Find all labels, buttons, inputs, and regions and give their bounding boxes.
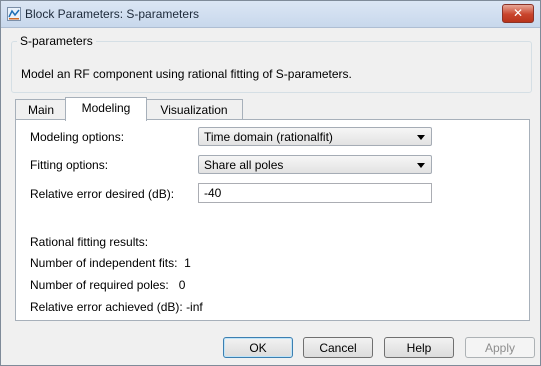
window-title: Block Parameters: S-parameters bbox=[25, 7, 200, 21]
cancel-label: Cancel bbox=[319, 341, 357, 355]
tab-label: Main bbox=[27, 103, 54, 117]
title-bar[interactable]: Block Parameters: S-parameters ✕ bbox=[1, 1, 540, 28]
tab-main[interactable]: Main bbox=[15, 99, 67, 120]
cancel-button[interactable]: Cancel bbox=[303, 337, 373, 358]
required-poles-readout: Number of required poles: 0 bbox=[30, 278, 186, 292]
tab-visualization[interactable]: Visualization bbox=[145, 99, 243, 120]
relative-error-field[interactable]: -40 bbox=[198, 183, 432, 203]
close-button[interactable]: ✕ bbox=[502, 4, 534, 23]
chevron-down-icon bbox=[417, 135, 425, 140]
chevron-down-icon bbox=[417, 163, 425, 168]
close-icon: ✕ bbox=[512, 6, 524, 20]
modeling-options-dropdown[interactable]: Time domain (rationalfit) bbox=[198, 127, 432, 146]
tab-label: Visualization bbox=[160, 103, 228, 117]
relative-error-label: Relative error desired (dB): bbox=[30, 187, 175, 201]
ok-label: OK bbox=[249, 341, 267, 355]
group-legend: S-parameters bbox=[17, 34, 96, 48]
tab-modeling[interactable]: Modeling bbox=[65, 97, 147, 121]
error-achieved-readout: Relative error achieved (dB): -inf bbox=[30, 300, 203, 314]
help-label: Help bbox=[406, 341, 432, 355]
modeling-panel: Modeling options: Time domain (rationalf… bbox=[15, 119, 530, 321]
simulink-icon bbox=[7, 7, 21, 21]
apply-button[interactable]: Apply bbox=[465, 337, 535, 358]
fitting-options-value: Share all poles bbox=[204, 158, 284, 172]
results-heading: Rational fitting results: bbox=[30, 235, 149, 249]
apply-label: Apply bbox=[484, 341, 516, 355]
dialog-window: Block Parameters: S-parameters ✕ S-param… bbox=[0, 0, 541, 366]
help-button[interactable]: Help bbox=[384, 337, 454, 358]
fitting-options-label: Fitting options: bbox=[30, 158, 109, 172]
fitting-options-dropdown[interactable]: Share all poles bbox=[198, 155, 432, 174]
ok-button[interactable]: OK bbox=[223, 337, 293, 358]
independent-fits-readout: Number of independent fits: 1 bbox=[30, 256, 191, 270]
relative-error-value: -40 bbox=[204, 186, 222, 200]
block-description: Model an RF component using rational fit… bbox=[21, 67, 352, 81]
modeling-options-value: Time domain (rationalfit) bbox=[204, 130, 333, 144]
modeling-options-label: Modeling options: bbox=[30, 130, 125, 144]
tab-label: Modeling bbox=[81, 101, 131, 115]
